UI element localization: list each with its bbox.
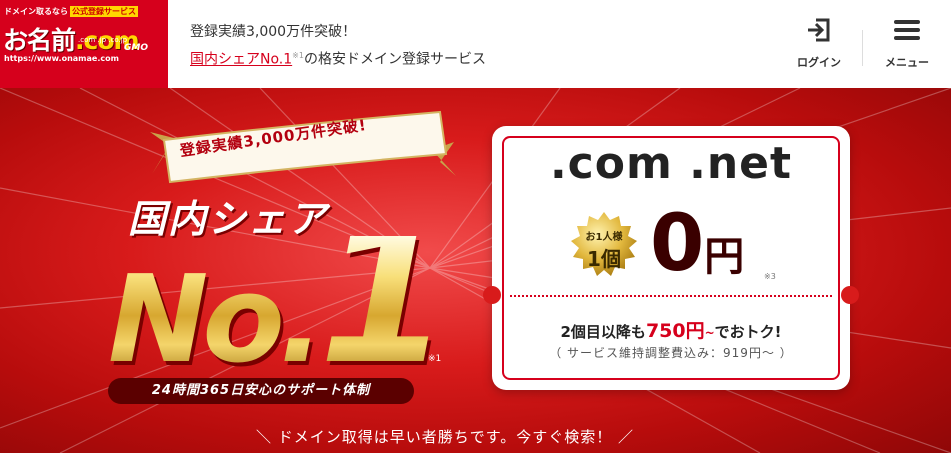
header-tagline: 登録実績3,000万件突破！ 国内シェアNo.1※1の格安ドメイン登録サービス <box>190 20 486 72</box>
support-pill: 24時間365日安心のサポート体制 <box>108 378 414 404</box>
menu-label: メニュー <box>885 56 929 69</box>
price-footnote: ※3 <box>764 272 776 281</box>
logo-name-prefix: お名前 <box>3 26 76 55</box>
price-card[interactable]: .com .net お1人様 1個 0円 ※3 2個目以降も750円~でおトク!… <box>483 126 859 390</box>
header-divider <box>862 30 863 66</box>
logo-domains: .com .jp .co.jp <box>78 36 128 44</box>
gmo-logo: GMO <box>124 43 148 53</box>
ticket-notch-right <box>841 286 859 304</box>
site-header: ドメイン取るなら 公式登録サービス お名前.com .com .jp .co.jp… <box>0 0 951 88</box>
header-tagline-line1: 登録実績3,000万件突破！ <box>190 24 357 40</box>
no1-headline: No.1 <box>108 236 445 381</box>
login-button[interactable]: ログイン <box>784 18 854 74</box>
header-tagline-rest: の格安ドメイン登録サービス <box>303 51 486 68</box>
search-cta-text: ＼ ドメイン取得は早い者勝ちです。今すぐ検索！ ／ <box>256 428 635 446</box>
second-item-price: 2個目以降も750円~でおトク! <box>492 316 850 343</box>
price-zero-yen: 0円 <box>650 204 744 297</box>
after-tilde: ~ <box>704 326 715 340</box>
share-no1-link[interactable]: 国内シェアNo.1 <box>190 52 292 68</box>
price-value: 0 <box>650 199 705 289</box>
after-price: 750円 <box>645 320 705 342</box>
header-tagline-line2: 国内シェアNo.1※1の格安ドメイン登録サービス <box>190 44 486 72</box>
seal-text-one-item: 1個 <box>587 247 621 271</box>
after-suffix: でおトク! <box>714 323 782 341</box>
number-one: 1 <box>318 185 445 406</box>
seal-text-per-person: お1人様 <box>585 232 623 243</box>
ticket-notch-left <box>483 286 501 304</box>
logo-tagline-text: ドメイン取るなら <box>4 7 68 16</box>
service-fee-note: （ サービス維持調整費込み：919円～ ） <box>549 346 793 360</box>
price-unit: 円 <box>704 234 745 280</box>
login-icon <box>808 18 830 42</box>
onamae-logo[interactable]: ドメイン取るなら 公式登録サービス お名前.com .com .jp .co.jp… <box>0 0 168 88</box>
hero-banner[interactable]: 登録実績3,000万件突破! 国内シェア No.1 ※1 24時間365日安心の… <box>0 88 951 453</box>
hero-footnote: ※1 <box>428 354 442 364</box>
after-prefix: 2個目以降も <box>560 323 646 341</box>
domestic-share-heading: 国内シェア <box>128 197 329 241</box>
login-label: ログイン <box>797 56 841 69</box>
logo-tagline: ドメイン取るなら 公式登録サービス <box>4 6 138 17</box>
tld-heading: .com .net <box>549 138 793 189</box>
hamburger-icon <box>894 20 920 40</box>
logo-url: https://www.onamae.com <box>4 54 119 63</box>
no-text: No. <box>108 251 319 390</box>
share-note: ※1 <box>292 51 304 60</box>
logo-official-badge: 公式登録サービス <box>70 6 138 17</box>
menu-button[interactable]: メニュー <box>872 18 942 74</box>
